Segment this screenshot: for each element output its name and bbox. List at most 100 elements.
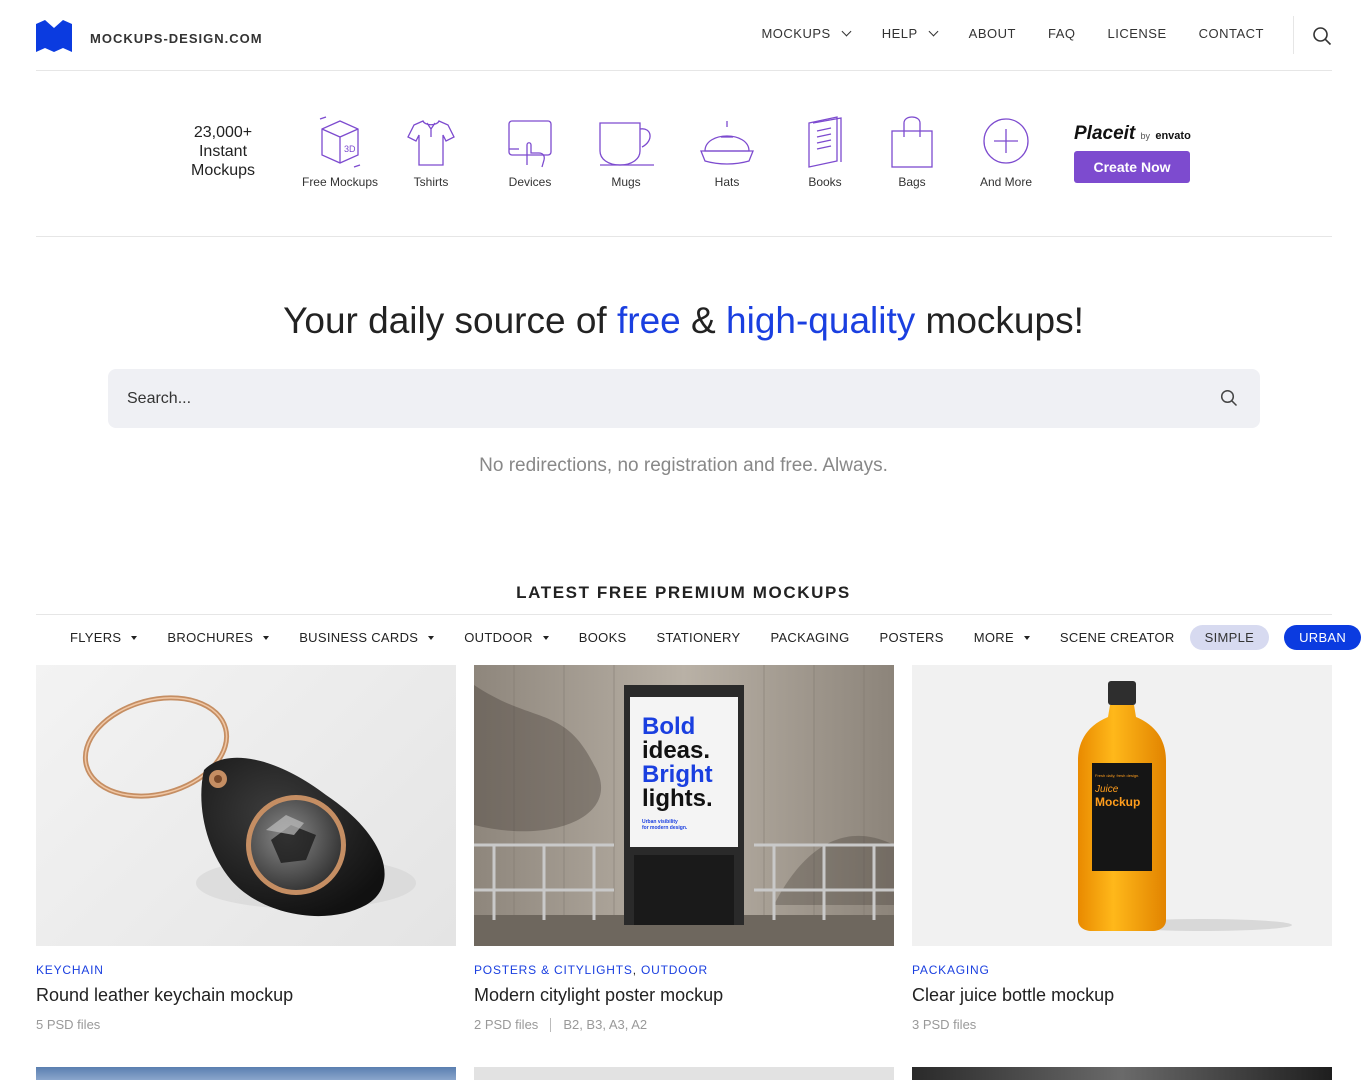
poster-line: Bright [642,761,713,788]
bag-icon [891,116,933,168]
category-devices[interactable]: Devices [495,115,565,189]
card-meta: 3 PSD files [912,1017,1332,1032]
filter-label: STATIONERY [656,630,741,645]
label-script: Juice [1095,784,1119,795]
hero-title-amp: & [680,300,727,341]
card-title[interactable]: Clear juice bottle mockup [912,985,1332,1006]
category-and-more[interactable]: And More [976,115,1036,189]
hat-icon [700,121,754,165]
category-label: Mugs [611,175,641,189]
poster-line: Bold [642,713,696,740]
hero-title-free: free [617,300,681,341]
tag-link[interactable]: PACKAGING [912,963,990,977]
nav-help-label: HELP [881,26,918,41]
caret-down-icon [1023,635,1030,640]
filter-outdoor[interactable]: OUTDOOR [464,630,549,645]
next-card-image[interactable] [36,1067,456,1080]
category-free-mockups[interactable]: 3D Free Mockups [300,115,380,189]
category-label: Tshirts [413,175,449,189]
filter-label: PACKAGING [770,630,850,645]
category-books[interactable]: Books [795,115,855,189]
pill-simple[interactable]: SIMPLE [1189,625,1270,650]
chevron-down-icon [841,26,852,37]
filter-scene-creator[interactable]: SCENE CREATOR [1060,630,1175,645]
placeit-logo[interactable]: Placeit by envato [1074,123,1191,145]
poster-text: Bold ideas. Bright lights. Urban visibil… [642,713,713,832]
filter-bar: FLYERS BROCHURES BUSINESS CARDS OUTDOOR … [70,625,1362,650]
filter-more[interactable]: MORE [974,630,1030,645]
nav-contact-label: CONTACT [1198,26,1264,41]
nav-mockups[interactable]: MOCKUPS [761,26,852,41]
mockup-card-juice: Fresh daily, fresh design. Juice Mockup … [912,665,1332,1032]
nav-mockups-label: MOCKUPS [761,26,831,41]
category-mugs[interactable]: Mugs [596,115,656,189]
next-card-image[interactable] [474,1067,894,1080]
category-tshirts[interactable]: Tshirts [401,115,461,189]
hero-tagline: No redirections, no registration and fre… [479,455,888,476]
label-main: Mockup [1095,795,1141,809]
search-icon[interactable] [1220,389,1238,407]
category-hats[interactable]: Hats [697,115,757,189]
filter-stationery[interactable]: STATIONERY [657,630,741,645]
card-tags: KEYCHAIN [36,963,456,977]
card-image[interactable]: Bold ideas. Bright lights. Urban visibil… [474,665,894,946]
nav-license[interactable]: LICENSE [1107,26,1166,41]
filter-books[interactable]: BOOKS [579,630,627,645]
tshirt-icon [407,120,455,166]
psd-count: 5 PSD files [36,1017,101,1032]
tag-link[interactable]: POSTERS & CITYLIGHTS [474,963,633,977]
nav-about[interactable]: ABOUT [969,26,1016,41]
tag-link[interactable]: OUTDOOR [641,963,708,977]
hero-title-part2: mockups! [915,300,1084,341]
search-icon[interactable] [1312,26,1332,46]
category-strip: 23,000+ Instant Mockups 3D Free Mockups … [36,71,1332,237]
card-title[interactable]: Round leather keychain mockup [36,985,456,1006]
site-logo-icon[interactable] [36,20,72,52]
mockup-card-citylight: Bold ideas. Bright lights. Urban visibil… [474,665,894,1032]
category-label: Books [808,175,842,189]
filter-label: OUTDOOR [464,630,533,645]
section-divider [36,614,1332,615]
tag-separator: , [632,963,641,977]
card-image[interactable]: Fresh daily, fresh design. Juice Mockup [912,665,1332,946]
mug-icon [599,122,654,166]
paper-sizes: B2, B3, A3, A2 [563,1017,648,1032]
filter-packaging[interactable]: PACKAGING [770,630,849,645]
category-bags[interactable]: Bags [882,115,942,189]
filter-label: SCENE CREATOR [1059,630,1175,645]
filter-brochures[interactable]: BROCHURES [167,630,270,645]
card-meta: 2 PSD files B2, B3, A3, A2 [474,1017,894,1032]
filter-posters[interactable]: POSTERS [879,630,943,645]
envato-name: envato [1155,130,1191,142]
pill-urban[interactable]: URBAN [1284,625,1362,650]
psd-count: 3 PSD files [912,1017,977,1032]
plus-circle-icon [983,118,1029,164]
nav-help[interactable]: HELP [881,26,939,41]
caret-down-icon [428,635,435,640]
filter-flyers[interactable]: FLYERS [70,630,138,645]
create-now-button[interactable]: Create Now [1074,151,1190,183]
filter-business-cards[interactable]: BUSINESS CARDS [299,630,435,645]
nav-contact[interactable]: CONTACT [1199,26,1264,41]
hero-search-input[interactable] [127,369,1207,428]
instant-mockups-headline: 23,000+ Instant Mockups [186,123,260,180]
hero-search-box [108,369,1260,428]
svg-text:3D: 3D [344,144,356,154]
card-tags: PACKAGING [912,963,1332,977]
card-tags: POSTERS & CITYLIGHTS, OUTDOOR [474,963,894,977]
nav-faq[interactable]: FAQ [1048,26,1076,41]
category-label: Devices [508,175,552,189]
tag-link[interactable]: KEYCHAIN [36,963,104,977]
card-title[interactable]: Modern citylight poster mockup [474,985,894,1006]
filter-label: BUSINESS CARDS [299,630,419,645]
poster-small: Urban visibility for modern design. [642,819,713,831]
devices-icon [508,120,552,168]
label-tagline: Fresh daily, fresh design. [1095,773,1140,778]
next-card-image[interactable] [912,1067,1332,1080]
placeit-promo: Placeit by envato Create Now [1074,123,1191,183]
site-brand-name[interactable]: MOCKUPS-DESIGN.COM [90,31,263,46]
caret-down-icon [263,635,270,640]
filter-label: BOOKS [578,630,627,645]
card-image[interactable] [36,665,456,946]
latest-section-title: LATEST FREE PREMIUM MOCKUPS [516,583,851,602]
